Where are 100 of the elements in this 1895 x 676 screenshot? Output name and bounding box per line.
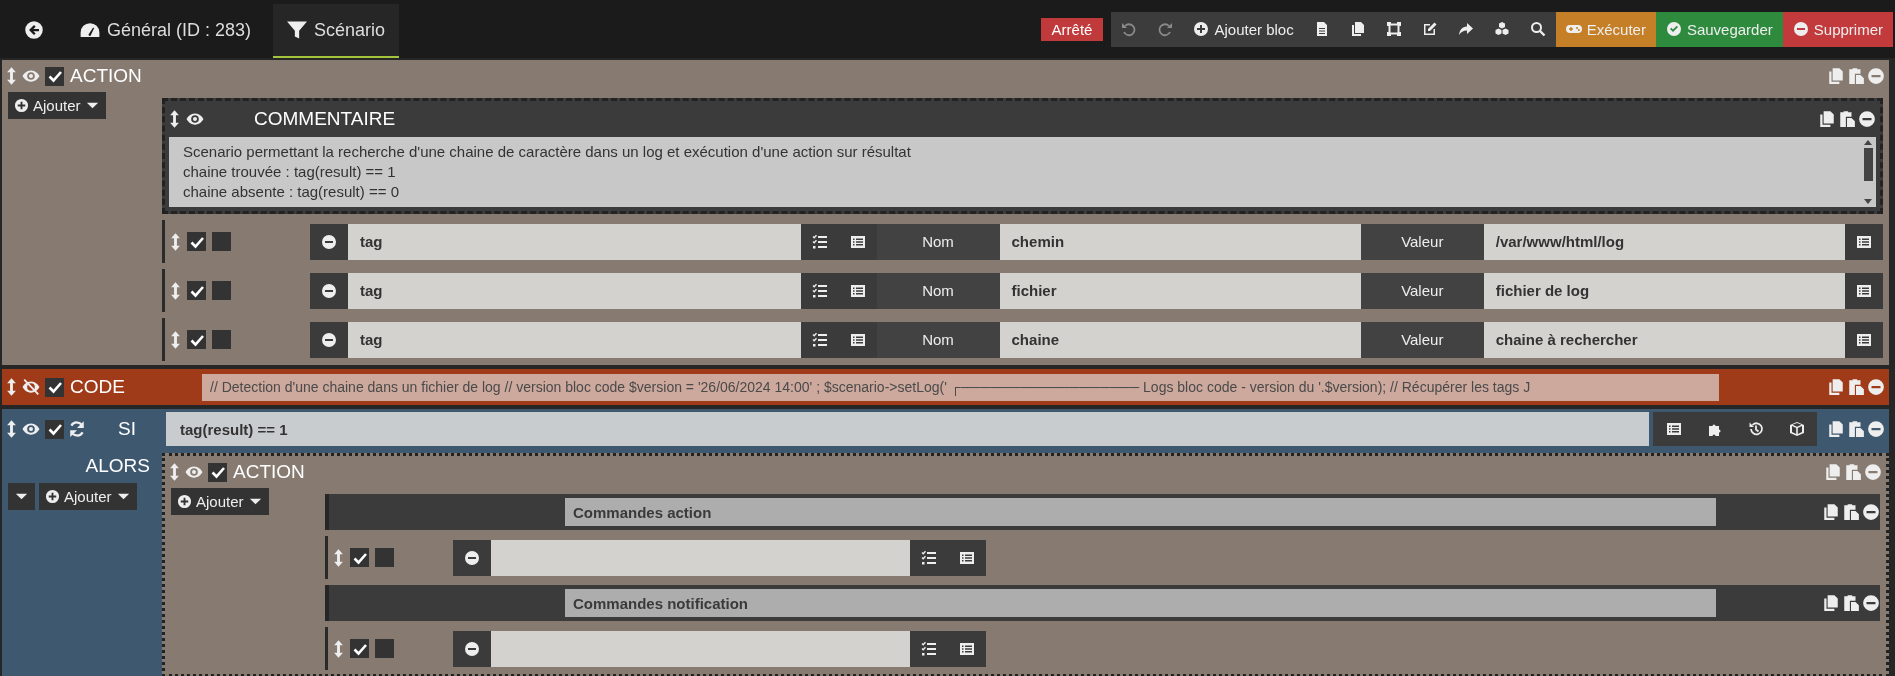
- enable-checkbox[interactable]: [187, 232, 206, 251]
- enable-checkbox[interactable]: [45, 66, 64, 86]
- list-icon: [849, 282, 866, 299]
- list-button[interactable]: [948, 539, 986, 576]
- paste-icon[interactable]: [1842, 594, 1860, 612]
- remove-button[interactable]: [453, 630, 491, 667]
- add-dropdown-button[interactable]: Ajouter: [8, 92, 106, 119]
- move-handle-icon[interactable]: [170, 232, 181, 251]
- add-dropdown-button[interactable]: Ajouter: [39, 483, 137, 510]
- tab[interactable]: Général (ID : 283): [66, 4, 266, 58]
- list-button[interactable]: [1845, 321, 1883, 358]
- condition-field[interactable]: tag(result) == 1: [166, 412, 1649, 446]
- paste-icon[interactable]: [1847, 378, 1865, 396]
- save-button[interactable]: Sauvegarder: [1655, 11, 1783, 47]
- move-handle-icon[interactable]: [170, 281, 181, 300]
- copy-icon[interactable]: [1818, 110, 1836, 128]
- command-field[interactable]: [491, 630, 910, 667]
- remove-button[interactable]: [453, 539, 491, 576]
- value-field[interactable]: /var/www/html/log: [1483, 223, 1845, 260]
- move-handle-icon[interactable]: [6, 67, 17, 85]
- select-command-button[interactable]: [800, 321, 839, 358]
- command-field[interactable]: [491, 539, 910, 576]
- add-block-button[interactable]: Ajouter bloc: [1183, 11, 1304, 47]
- enable-checkbox[interactable]: [208, 462, 227, 482]
- value-field[interactable]: fichier de log: [1483, 272, 1845, 309]
- move-handle-icon[interactable]: [169, 463, 180, 481]
- eye-icon[interactable]: [186, 110, 204, 128]
- tab[interactable]: Scénario: [273, 4, 400, 58]
- move-handle-icon[interactable]: [170, 330, 181, 349]
- copy-icon[interactable]: [1822, 503, 1840, 521]
- move-handle-icon[interactable]: [6, 420, 17, 438]
- copy-icon[interactable]: [1827, 420, 1845, 438]
- option-checkbox[interactable]: [212, 281, 231, 300]
- collapse-button[interactable]: [8, 483, 35, 510]
- enable-checkbox[interactable]: [350, 639, 369, 658]
- remove-button[interactable]: [310, 223, 348, 260]
- move-handle-icon[interactable]: [333, 548, 344, 567]
- history-icon: [1747, 421, 1764, 437]
- enable-checkbox[interactable]: [187, 330, 206, 349]
- name-field[interactable]: chemin: [999, 223, 1361, 260]
- list-icon: [959, 640, 975, 657]
- copy-icon[interactable]: [1822, 594, 1840, 612]
- move-handle-icon[interactable]: [6, 378, 17, 396]
- paste-icon[interactable]: [1847, 420, 1865, 438]
- command-field[interactable]: tag: [348, 223, 801, 260]
- option-checkbox[interactable]: [375, 639, 394, 658]
- name-field[interactable]: fichier: [999, 272, 1361, 309]
- list-icon: [1856, 282, 1872, 299]
- eye-slash-icon[interactable]: [22, 378, 40, 396]
- refresh-icon[interactable]: [68, 420, 86, 438]
- name-field[interactable]: chaine: [999, 321, 1361, 358]
- select-command-button[interactable]: [910, 630, 948, 667]
- move-handle-icon[interactable]: [169, 110, 180, 128]
- list-button[interactable]: [1653, 412, 1694, 446]
- list-icon: [1856, 233, 1872, 250]
- option-checkbox[interactable]: [212, 330, 231, 349]
- move-handle-icon[interactable]: [333, 639, 344, 658]
- cubes-icon: [1493, 21, 1510, 37]
- value-label: Valeur: [1360, 272, 1484, 309]
- cube-button[interactable]: [1776, 412, 1817, 446]
- select-command-button[interactable]: [910, 539, 948, 576]
- enable-checkbox[interactable]: [45, 377, 64, 397]
- remove-icon[interactable]: [1858, 110, 1876, 128]
- remove-icon[interactable]: [1862, 503, 1880, 521]
- scrollbar[interactable]: [1862, 140, 1874, 204]
- list-button[interactable]: [838, 272, 877, 309]
- eye-icon[interactable]: [22, 420, 40, 438]
- remove-icon[interactable]: [1867, 420, 1885, 438]
- paste-icon[interactable]: [1842, 503, 1860, 521]
- remove-icon[interactable]: [1862, 594, 1880, 612]
- group-title: Commandes action: [565, 498, 1716, 526]
- share-icon: [1457, 21, 1474, 37]
- remove-button[interactable]: [310, 272, 348, 309]
- list-button[interactable]: [838, 223, 877, 260]
- remove-icon[interactable]: [1867, 378, 1885, 396]
- option-checkbox[interactable]: [212, 232, 231, 251]
- value-field[interactable]: chaine à rechercher: [1483, 321, 1845, 358]
- command-field[interactable]: tag: [348, 321, 801, 358]
- remove-button[interactable]: [310, 321, 348, 358]
- enable-checkbox[interactable]: [45, 419, 64, 439]
- enable-checkbox[interactable]: [350, 548, 369, 567]
- command-field[interactable]: tag: [348, 272, 801, 309]
- option-checkbox[interactable]: [375, 548, 394, 567]
- list-button[interactable]: [948, 630, 986, 667]
- list-button[interactable]: [1845, 223, 1883, 260]
- list-button[interactable]: [838, 321, 877, 358]
- list-button[interactable]: [1845, 272, 1883, 309]
- comment-field[interactable]: Scenario permettant la recherche d'une chaine de caractère dans un log et exécution d'une action sur résultat chaine trouvée : tag(result) == 1 chaine absente : tag(result) == 0: [169, 137, 1876, 207]
- paste-icon[interactable]: [1838, 110, 1856, 128]
- search-icon: [1529, 21, 1546, 37]
- delete-button[interactable]: Supprimer: [1782, 11, 1893, 47]
- code-field[interactable]: // Detection d'une chaine dans un fichier de log // version bloc code $version = '26/06/2024 14:00' ; $scenario->setLog(' ┌────────────────── Logs bloc code - version du '.$version); // Récupérer les tags J: [202, 373, 1719, 401]
- list-icon: [1856, 331, 1872, 348]
- value-label: Valeur: [1360, 223, 1484, 260]
- copy-icon[interactable]: [1827, 378, 1845, 396]
- add-dropdown-button[interactable]: Ajouter: [171, 488, 269, 515]
- select-command-button[interactable]: [800, 272, 839, 309]
- enable-checkbox[interactable]: [187, 281, 206, 300]
- select-command-button[interactable]: [800, 223, 839, 260]
- then-label: ALORS: [85, 455, 150, 477]
